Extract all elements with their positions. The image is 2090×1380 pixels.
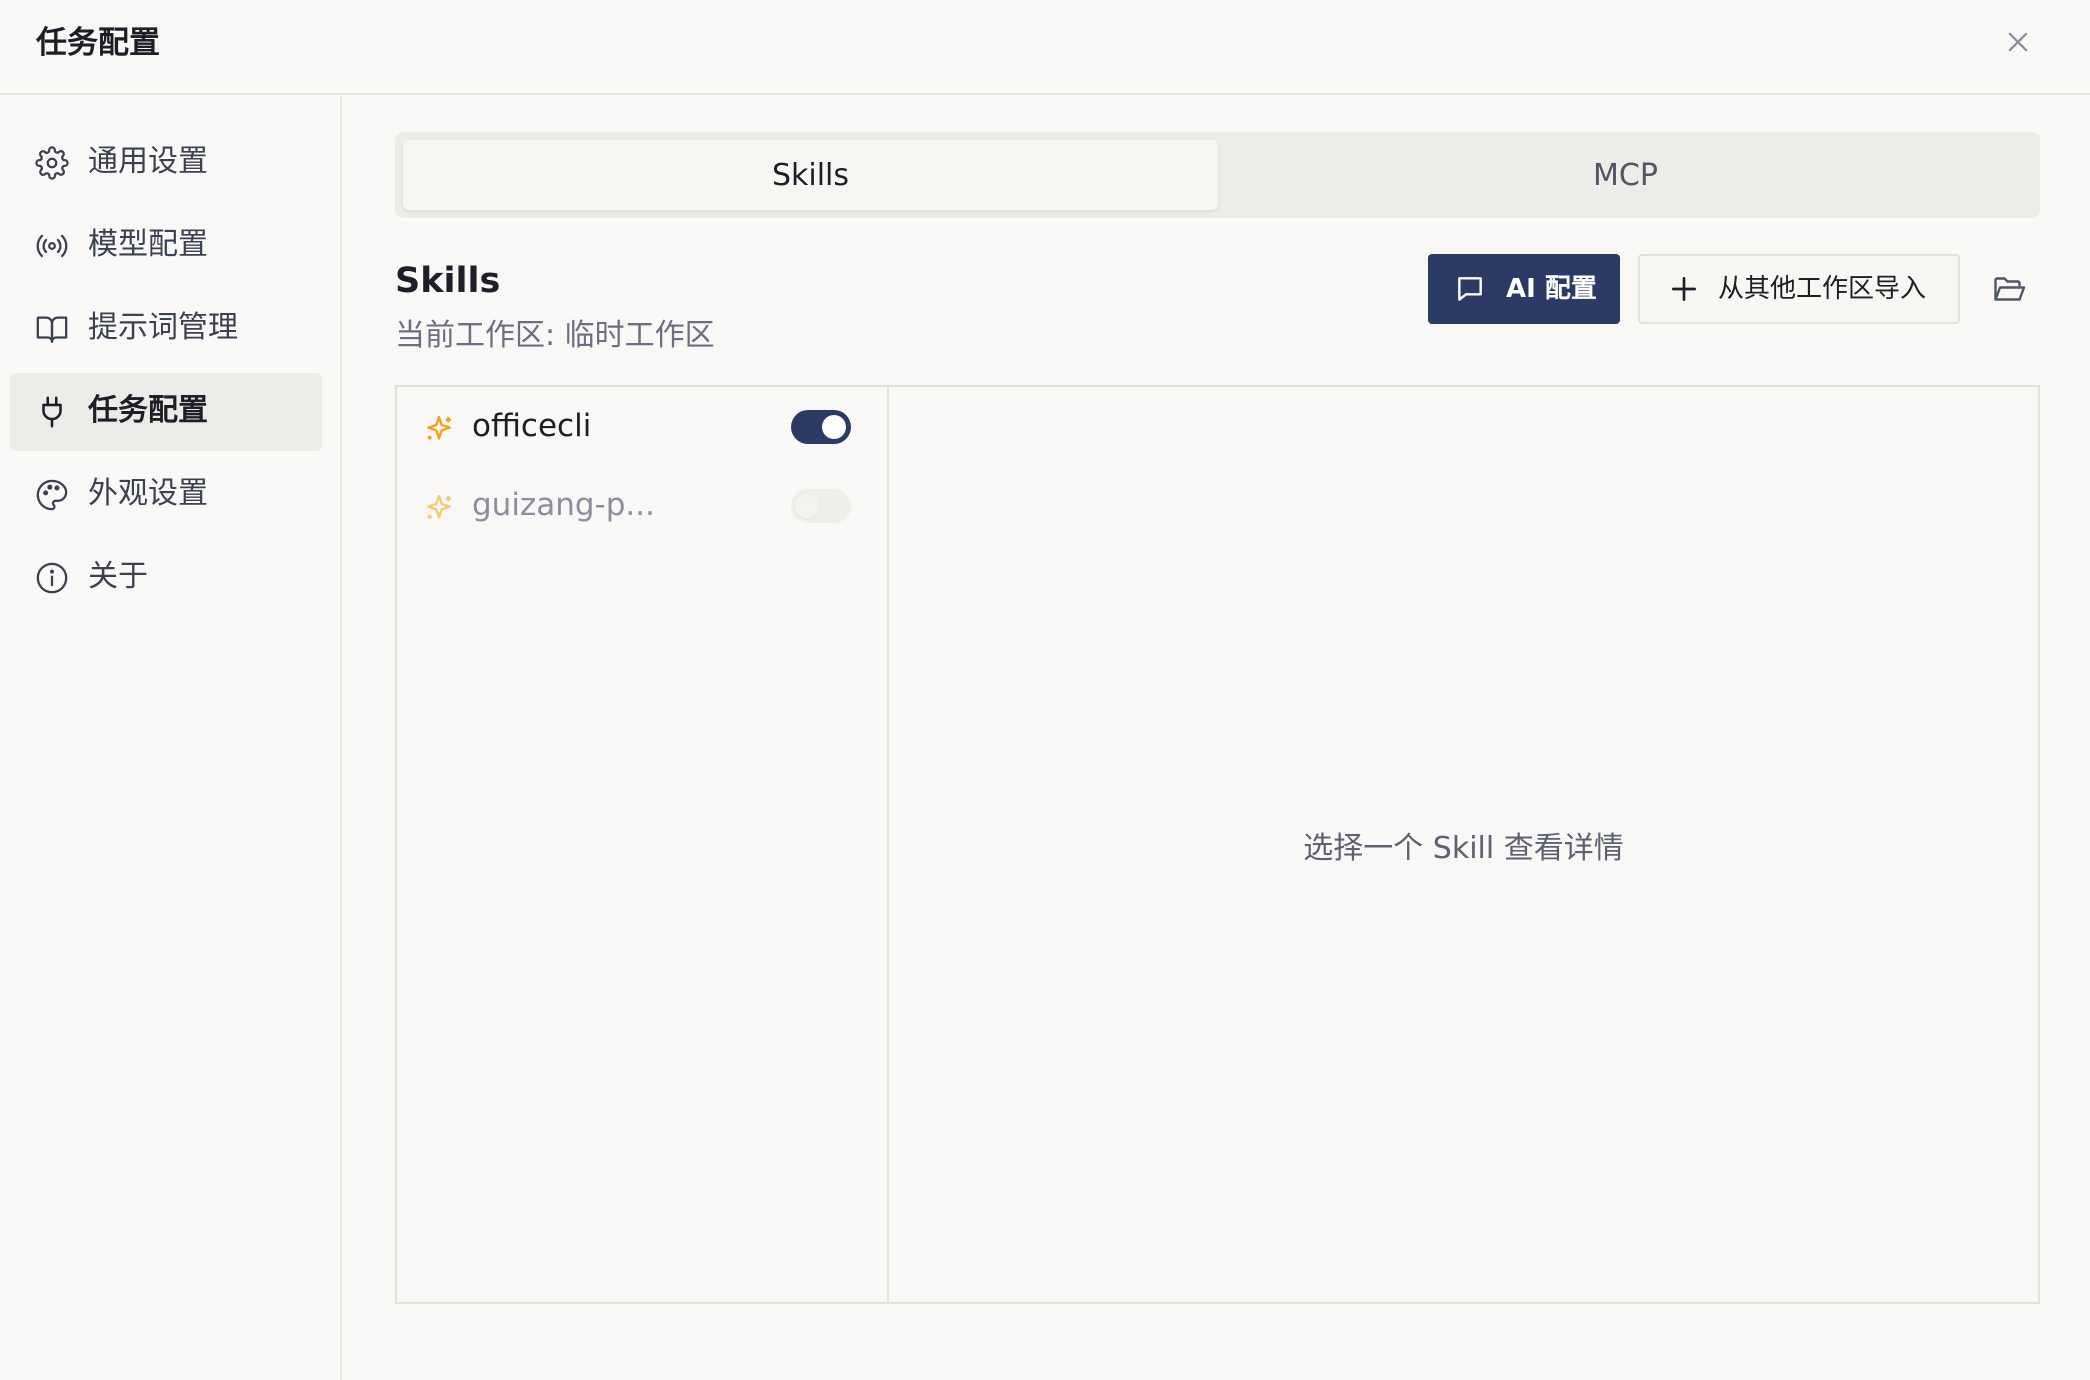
sidebar-item-label: 关于: [88, 559, 148, 594]
plus-icon: [1672, 277, 1696, 301]
sparkle-icon: [427, 494, 451, 519]
skill-detail-panel: 选择一个 Skill 查看详情: [887, 385, 2040, 1304]
list-item[interactable]: guizang-p...: [397, 468, 885, 546]
book-icon: [34, 311, 70, 347]
sidebar-item-label: 外观设置: [88, 476, 208, 511]
tab-bar: Skills MCP: [395, 132, 2040, 218]
toggle-knob: [795, 494, 819, 518]
close-button[interactable]: [2000, 24, 2036, 60]
sidebar-item-about[interactable]: 关于: [10, 539, 322, 617]
gear-icon: [34, 145, 70, 181]
skills-list: officecli guizang-p...: [395, 385, 887, 1304]
palette-icon: [34, 477, 70, 513]
open-folder-button[interactable]: [1988, 268, 2030, 310]
broadcast-icon: [34, 228, 70, 264]
dialog-header: 任务配置: [0, 0, 2090, 95]
sidebar-item-appearance[interactable]: 外观设置: [10, 456, 322, 534]
sidebar-item-label: 任务配置: [88, 393, 208, 428]
tab-skills[interactable]: Skills: [403, 140, 1218, 210]
settings-sidebar: 通用设置 模型配置 提示词管理 任务配置 外观设置 关于: [0, 95, 342, 1380]
sidebar-item-label: 通用设置: [88, 144, 208, 179]
folder-open-icon: [1994, 277, 2026, 301]
ai-config-button[interactable]: AI 配置: [1428, 254, 1620, 324]
tab-mcp[interactable]: MCP: [1218, 140, 2033, 210]
import-label: 从其他工作区导入: [1718, 274, 1927, 304]
sparkle-icon: [427, 415, 451, 440]
close-icon: [2008, 32, 2028, 52]
sidebar-item-prompts[interactable]: 提示词管理: [10, 290, 322, 368]
sidebar-item-label: 模型配置: [88, 227, 208, 262]
skill-toggle[interactable]: [791, 410, 851, 444]
sidebar-item-label: 提示词管理: [88, 310, 238, 345]
sidebar-item-general[interactable]: 通用设置: [10, 124, 322, 202]
sidebar-item-models[interactable]: 模型配置: [10, 207, 322, 285]
list-item[interactable]: officecli: [397, 389, 885, 467]
sidebar-item-tasks[interactable]: 任务配置: [10, 373, 322, 451]
workspace-subtitle: 当前工作区: 临时工作区: [395, 318, 715, 353]
section-title: Skills: [395, 261, 501, 301]
dialog-title: 任务配置: [36, 25, 160, 61]
skill-name: guizang-p...: [472, 487, 655, 523]
info-icon: [34, 560, 70, 596]
import-from-workspace-button[interactable]: 从其他工作区导入: [1638, 254, 1960, 324]
skill-toggle[interactable]: [791, 489, 851, 523]
task-config-dialog: 任务配置 通用设置 模型配置 提示词管理 任务配置 外观设置 关于 Skills…: [0, 0, 2090, 1380]
skill-name: officecli: [472, 408, 592, 444]
empty-state-text: 选择一个 Skill 查看详情: [1303, 831, 1624, 866]
plug-icon: [34, 394, 70, 430]
toggle-knob: [822, 415, 846, 439]
chat-icon: [1458, 277, 1482, 301]
ai-config-label: AI 配置: [1506, 274, 1597, 304]
